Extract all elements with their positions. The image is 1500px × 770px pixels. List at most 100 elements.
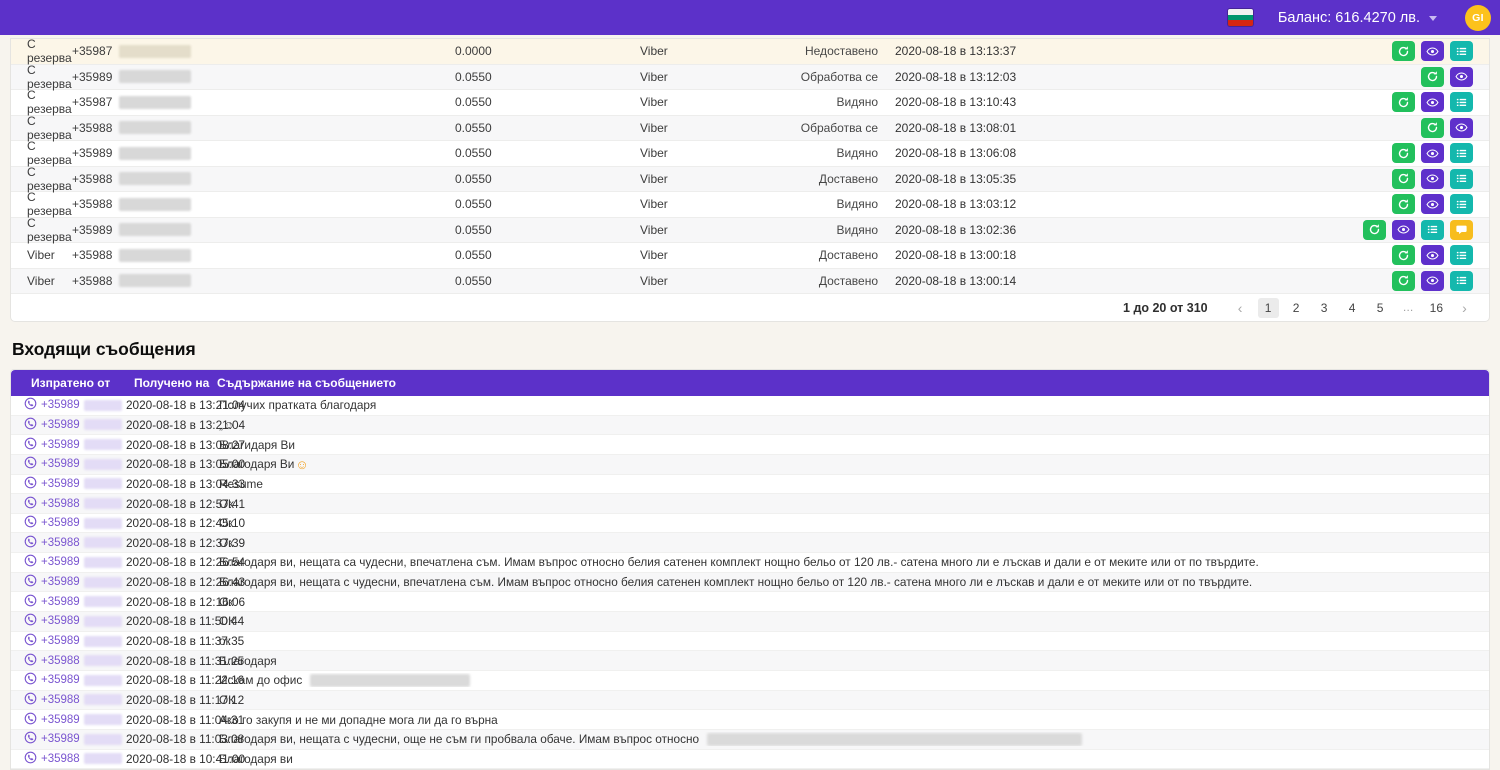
phone-number-link[interactable]: +35989: [41, 517, 80, 529]
phone-number-link[interactable]: +35989: [41, 674, 80, 686]
page-button[interactable]: 5: [1370, 298, 1391, 318]
network-label: Viber: [640, 95, 780, 109]
eye-button[interactable]: [1421, 271, 1444, 291]
sender-cell: +35988: [11, 751, 114, 767]
bulgaria-flag-icon[interactable]: [1228, 9, 1253, 26]
message-content-cell: Благодаря ви, нещата с чудесни, още не с…: [217, 732, 1489, 746]
list-button[interactable]: [1450, 143, 1473, 163]
sender-cell: +35989: [11, 515, 114, 531]
eye-button[interactable]: [1450, 67, 1473, 87]
list-button[interactable]: [1450, 41, 1473, 61]
pager: ‹12345…16›: [1230, 298, 1475, 318]
phone-number-link[interactable]: +35989: [41, 615, 80, 627]
sender-cell: +35989: [11, 731, 114, 747]
eye-button[interactable]: [1421, 169, 1444, 189]
chat-button[interactable]: [1450, 220, 1473, 240]
network-label: Viber: [640, 223, 780, 237]
redacted-phone: [84, 400, 122, 411]
phone-cell: +35988: [72, 172, 455, 186]
page-button[interactable]: 3: [1314, 298, 1335, 318]
message-content-cell: Благодаря: [217, 654, 1489, 668]
redacted-phone: [119, 172, 191, 185]
balance-dropdown[interactable]: Баланс: 616.4270 лв.: [1278, 10, 1437, 26]
page-button[interactable]: 16: [1426, 298, 1447, 318]
message-content-cell: Благидаря Ви: [217, 438, 1489, 452]
phone-number-link[interactable]: +35988: [41, 537, 80, 549]
incoming-message-row: +359892020-08-18 в 13:04:33Resume: [11, 475, 1489, 495]
status-badge: Доставено: [780, 248, 878, 262]
phone-number-link[interactable]: +35989: [41, 714, 80, 726]
phone-number-link[interactable]: +35989: [41, 733, 80, 745]
phone-number-link[interactable]: +35989: [41, 419, 80, 431]
refresh-button[interactable]: [1421, 118, 1444, 138]
phone-number: +35987: [72, 95, 112, 109]
received-timestamp: 2020-08-18 в 11:50:44: [114, 614, 217, 628]
phone-cell: +35988: [72, 121, 455, 135]
page-button[interactable]: 4: [1342, 298, 1363, 318]
phone-number-link[interactable]: +35989: [41, 478, 80, 490]
redacted-phone: [119, 70, 191, 83]
phone-cell: +35988: [72, 274, 455, 288]
network-label: Viber: [640, 248, 780, 262]
redacted-phone: [84, 478, 122, 489]
message-row: С резерва+359890.0550ViberВидяно2020-08-…: [11, 218, 1489, 244]
message-row: С резерва+359890.0550ViberВидяно2020-08-…: [11, 141, 1489, 167]
refresh-button[interactable]: [1392, 194, 1415, 214]
phone-number-link[interactable]: +35989: [41, 556, 80, 568]
list-button[interactable]: [1450, 92, 1473, 112]
refresh-button[interactable]: [1392, 41, 1415, 61]
message-content-cell: ОК: [217, 693, 1489, 707]
refresh-button[interactable]: [1392, 169, 1415, 189]
page-button[interactable]: 1: [1258, 298, 1279, 318]
refresh-button[interactable]: [1392, 271, 1415, 291]
incoming-messages-table: Изпратено от Получено на Съдържание на с…: [10, 369, 1490, 770]
incoming-message-row: +359882020-08-18 в 11:17:12ОК: [11, 691, 1489, 711]
row-actions: [1065, 92, 1489, 112]
next-page-button[interactable]: ›: [1454, 298, 1475, 318]
message-text: Благодаря ви, нещата са чудесни, впечатл…: [219, 555, 1259, 569]
refresh-button[interactable]: [1392, 143, 1415, 163]
refresh-button[interactable]: [1421, 67, 1444, 87]
viber-icon: [24, 731, 37, 747]
phone-number: +35987: [72, 44, 112, 58]
phone-number-link[interactable]: +35989: [41, 635, 80, 647]
eye-button[interactable]: [1392, 220, 1415, 240]
redacted-phone: [84, 498, 122, 509]
cost-value: 0.0550: [455, 248, 640, 262]
avatar[interactable]: GI: [1465, 5, 1491, 31]
page-button[interactable]: 2: [1286, 298, 1307, 318]
refresh-button[interactable]: [1363, 220, 1386, 240]
list-button[interactable]: [1450, 194, 1473, 214]
list-button[interactable]: [1450, 245, 1473, 265]
message-text: Получих пратката благодаря: [219, 398, 376, 412]
eye-button[interactable]: [1421, 41, 1444, 61]
balance-label: Баланс: 616.4270 лв.: [1278, 10, 1420, 26]
list-button[interactable]: [1421, 220, 1444, 240]
phone-number-link[interactable]: +35989: [41, 458, 80, 470]
eye-button[interactable]: [1421, 194, 1444, 214]
phone-number-link[interactable]: +35988: [41, 655, 80, 667]
eye-button[interactable]: [1421, 143, 1444, 163]
list-button[interactable]: [1450, 169, 1473, 189]
phone-cell: +35989: [72, 223, 455, 237]
redacted-phone: [84, 694, 122, 705]
eye-button[interactable]: [1450, 118, 1473, 138]
phone-number-link[interactable]: +35989: [41, 399, 80, 411]
phone-number-link[interactable]: +35988: [41, 753, 80, 765]
message-text: Благодаря: [219, 654, 277, 668]
phone-number-link[interactable]: +35989: [41, 576, 80, 588]
refresh-button[interactable]: [1392, 92, 1415, 112]
list-button[interactable]: [1450, 271, 1473, 291]
redacted-phone: [84, 675, 122, 686]
eye-button[interactable]: [1421, 92, 1444, 112]
timestamp: 2020-08-18 в 13:05:35: [895, 172, 1065, 186]
phone-number-link[interactable]: +35989: [41, 596, 80, 608]
phone-number-link[interactable]: +35989: [41, 439, 80, 451]
row-actions: [1065, 169, 1489, 189]
phone-number-link[interactable]: +35988: [41, 694, 80, 706]
eye-button[interactable]: [1421, 245, 1444, 265]
phone-number-link[interactable]: +35988: [41, 498, 80, 510]
prev-page-button[interactable]: ‹: [1230, 298, 1251, 318]
refresh-button[interactable]: [1392, 245, 1415, 265]
sender-cell: +35988: [11, 496, 114, 512]
